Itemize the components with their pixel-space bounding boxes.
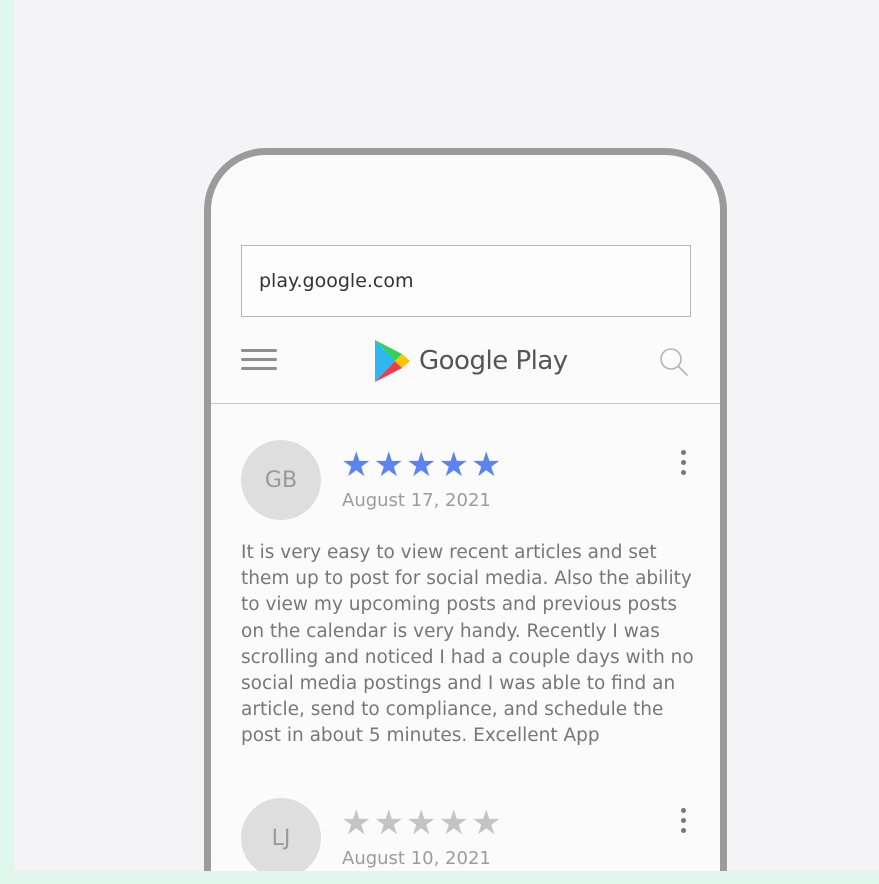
star-icon: ★ bbox=[373, 803, 404, 843]
url-bar[interactable]: play.google.com bbox=[241, 245, 691, 317]
hamburger-menu-icon[interactable] bbox=[241, 349, 277, 373]
play-triangle-icon bbox=[375, 340, 410, 382]
star-icon: ★ bbox=[470, 445, 502, 485]
star-icon: ★ bbox=[373, 445, 404, 485]
avatar: LJ bbox=[241, 798, 321, 871]
star-icon: ★ bbox=[341, 803, 372, 843]
logo-text: Google Play bbox=[419, 346, 568, 376]
avatar: GB bbox=[241, 440, 321, 520]
review-text: It is very easy to view recent articles … bbox=[241, 542, 694, 747]
star-rating: ★ ★ ★ ★ ★ bbox=[341, 806, 501, 840]
url-text: play.google.com bbox=[259, 270, 414, 292]
star-icon: ★ bbox=[405, 803, 437, 843]
review-date: August 17, 2021 bbox=[342, 490, 491, 511]
star-icon: ★ bbox=[341, 445, 372, 485]
star-icon: ★ bbox=[405, 445, 437, 485]
phone-frame: play.google.com Google Play GB ★ ★ ★ ★ ★… bbox=[204, 148, 727, 871]
more-options-icon[interactable] bbox=[681, 808, 687, 838]
more-options-icon[interactable] bbox=[681, 450, 687, 480]
star-rating: ★ ★ ★ ★ ★ bbox=[341, 448, 501, 482]
app-header: Google Play bbox=[211, 323, 720, 404]
background-panel: play.google.com Google Play GB ★ ★ ★ ★ ★… bbox=[14, 0, 879, 871]
search-icon[interactable] bbox=[659, 347, 689, 377]
star-icon: ★ bbox=[438, 803, 469, 843]
review-date: August 10, 2021 bbox=[342, 848, 491, 869]
google-play-logo[interactable]: Google Play bbox=[373, 339, 568, 383]
star-icon: ★ bbox=[438, 445, 469, 485]
star-icon: ★ bbox=[470, 803, 502, 843]
